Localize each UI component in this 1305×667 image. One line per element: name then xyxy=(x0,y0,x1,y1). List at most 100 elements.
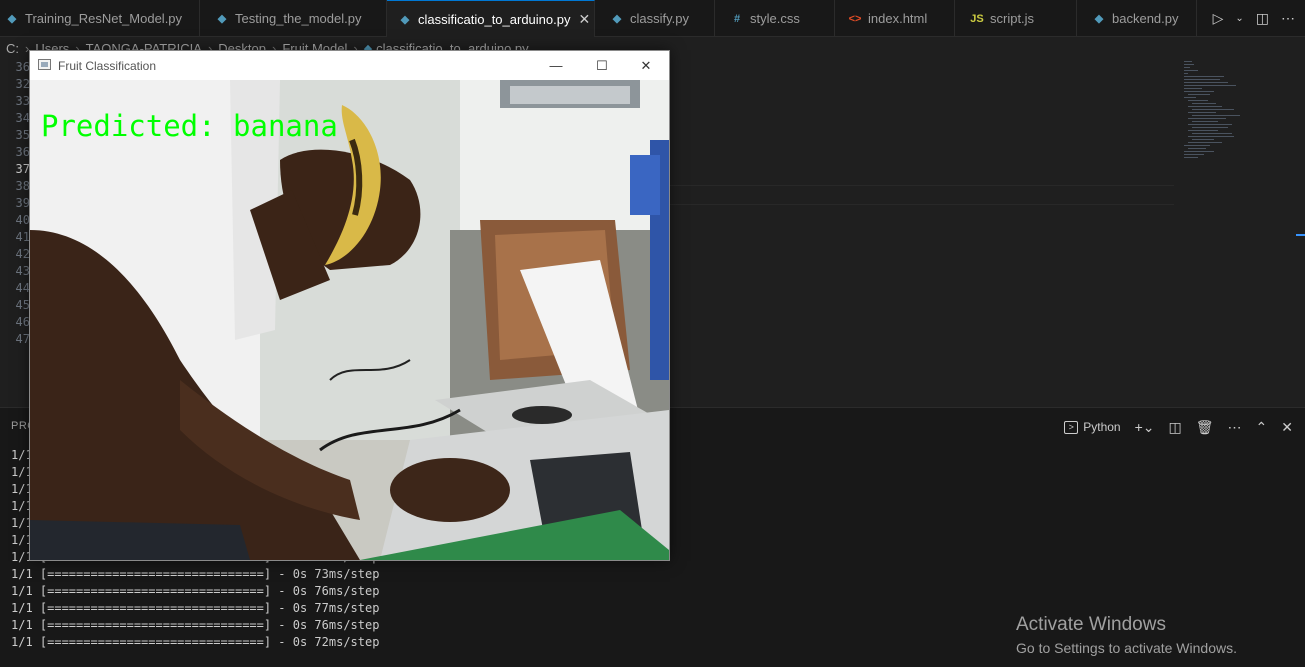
js-file-icon: JS xyxy=(970,12,984,25)
close-icon[interactable]: ✕ xyxy=(1281,419,1293,436)
line-number: 45 xyxy=(15,298,30,312)
editor-tab-bar: ◆ Training_ResNet_Model.py ◆ Testing_the… xyxy=(0,0,1305,37)
minimap-line xyxy=(1188,94,1210,95)
html-file-icon: <> xyxy=(848,12,862,25)
minimap-line xyxy=(1184,82,1228,83)
tab-label: Testing_the_model.py xyxy=(235,11,362,26)
fruit-classification-window[interactable]: Fruit Classification — ☐ ✕ Predicted: ba… xyxy=(29,50,670,561)
tab-label: classify.py xyxy=(630,11,689,26)
trash-icon[interactable]: 🗑 xyxy=(1196,419,1214,436)
window-title: Fruit Classification xyxy=(58,59,157,73)
python-file-icon: ◆ xyxy=(1094,13,1104,25)
camera-feed: Predicted: banana xyxy=(30,80,669,560)
minimap-line xyxy=(1184,97,1196,98)
tab-label: style.css xyxy=(750,11,800,26)
minimap-line xyxy=(1184,91,1214,92)
minimap-line xyxy=(1188,136,1234,137)
line-number: 32 xyxy=(15,77,30,91)
terminal-line: 1/1 [==============================] - 0… xyxy=(11,567,380,581)
minimap-line xyxy=(1184,154,1204,155)
minimap-line xyxy=(1188,118,1226,119)
close-icon[interactable]: ✕ xyxy=(578,11,590,28)
split-editor-icon[interactable]: ◫ xyxy=(1256,10,1269,27)
minimap-line xyxy=(1184,157,1198,158)
terminal-label: Python xyxy=(1083,420,1121,434)
minimap-line xyxy=(1188,112,1216,113)
maximize-panel-icon[interactable]: ⌃ xyxy=(1256,419,1268,436)
minimap-line xyxy=(1184,88,1202,89)
line-number: 47 xyxy=(15,332,30,346)
minimap-line xyxy=(1184,61,1192,62)
tab-style-css[interactable]: # style.css xyxy=(715,0,835,37)
app-window-icon xyxy=(38,59,51,70)
line-number: 36 xyxy=(15,60,30,74)
line-number: 43 xyxy=(15,264,30,278)
minimap[interactable] xyxy=(1178,59,1288,179)
tab-training-resnet-model[interactable]: ◆ Training_ResNet_Model.py xyxy=(0,0,200,37)
minimap-line xyxy=(1192,115,1240,116)
terminal-line: 1/1 [==============================] - 0… xyxy=(11,618,380,632)
camera-frame-image xyxy=(30,80,669,560)
terminal-line: 1/1 [==============================] - 0… xyxy=(11,601,380,615)
python-file-icon: ◆ xyxy=(7,13,17,25)
minimap-line xyxy=(1184,151,1214,152)
tab-label: index.html xyxy=(868,11,928,26)
windows-activation-watermark: Activate Windows Go to Settings to activ… xyxy=(1016,613,1237,658)
minimap-line xyxy=(1192,139,1214,140)
line-number: 36 xyxy=(15,145,30,159)
window-title-bar[interactable]: Fruit Classification — ☐ ✕ xyxy=(30,51,669,80)
prediction-label: Predicted: banana xyxy=(41,109,338,143)
line-number: 37 xyxy=(15,162,30,176)
close-icon[interactable]: ✕ xyxy=(623,51,669,80)
tab-testing-the-model[interactable]: ◆ Testing_the_model.py xyxy=(200,0,387,37)
minimap-line xyxy=(1188,124,1232,125)
minimap-line xyxy=(1184,79,1220,80)
terminal-icon: > xyxy=(1064,420,1079,434)
chevron-down-icon[interactable]: ⌄ xyxy=(1235,13,1243,24)
minimap-line xyxy=(1192,109,1234,110)
watermark-subtitle: Go to Settings to activate Windows. xyxy=(1016,640,1237,656)
run-icon[interactable]: ▷ xyxy=(1213,10,1224,27)
tab-classificatio-to-arduino[interactable]: ◆ classificatio_to_arduino.py ✕ xyxy=(387,0,595,37)
tab-index-html[interactable]: <> index.html xyxy=(835,0,955,37)
line-number: 41 xyxy=(15,230,30,244)
maximize-icon[interactable]: ☐ xyxy=(579,51,625,80)
breadcrumb-item[interactable]: C: xyxy=(6,41,19,56)
editor-actions: ▷ ⌄ ◫ ⋯ xyxy=(1213,0,1305,37)
minimap-line xyxy=(1192,103,1216,104)
minimap-line xyxy=(1188,130,1218,131)
tab-script-js[interactable]: JS script.js xyxy=(955,0,1077,37)
minimap-line xyxy=(1184,85,1236,86)
tab-label: classificatio_to_arduino.py xyxy=(418,11,571,27)
line-number: 34 xyxy=(15,111,30,125)
minimap-line xyxy=(1184,145,1210,146)
minimap-line xyxy=(1184,64,1194,65)
minimap-line xyxy=(1184,76,1224,77)
add-terminal-icon[interactable]: +⌄ xyxy=(1135,419,1155,436)
minimize-icon[interactable]: — xyxy=(533,51,579,80)
minimap-line xyxy=(1184,73,1188,74)
minimap-line xyxy=(1184,67,1190,68)
python-file-icon: ◆ xyxy=(612,13,622,25)
line-number: 38 xyxy=(15,179,30,193)
scrollbar-position-indicator[interactable] xyxy=(1296,234,1305,236)
line-number: 40 xyxy=(15,213,30,227)
minimap-line xyxy=(1192,121,1218,122)
tab-classify[interactable]: ◆ classify.py xyxy=(595,0,715,37)
minimap-line xyxy=(1188,148,1206,149)
more-actions-icon[interactable]: ⋯ xyxy=(1228,419,1242,436)
tab-label: backend.py xyxy=(1112,11,1179,26)
more-actions-icon[interactable]: ⋯ xyxy=(1281,10,1295,27)
terminal-line: 1/1 [==============================] - 0… xyxy=(11,584,380,598)
tab-label: script.js xyxy=(990,11,1035,26)
minimap-line xyxy=(1188,106,1222,107)
terminal-selector[interactable]: > Python xyxy=(1064,420,1121,434)
split-terminal-icon[interactable]: ◫ xyxy=(1169,419,1182,436)
watermark-title: Activate Windows xyxy=(1016,614,1166,635)
minimap-line xyxy=(1188,142,1222,143)
tab-backend[interactable]: ◆ backend.py xyxy=(1077,0,1197,37)
line-number: 42 xyxy=(15,247,30,261)
minimap-line xyxy=(1192,127,1228,128)
python-file-icon: ◆ xyxy=(217,13,227,25)
line-number: 44 xyxy=(15,281,30,295)
